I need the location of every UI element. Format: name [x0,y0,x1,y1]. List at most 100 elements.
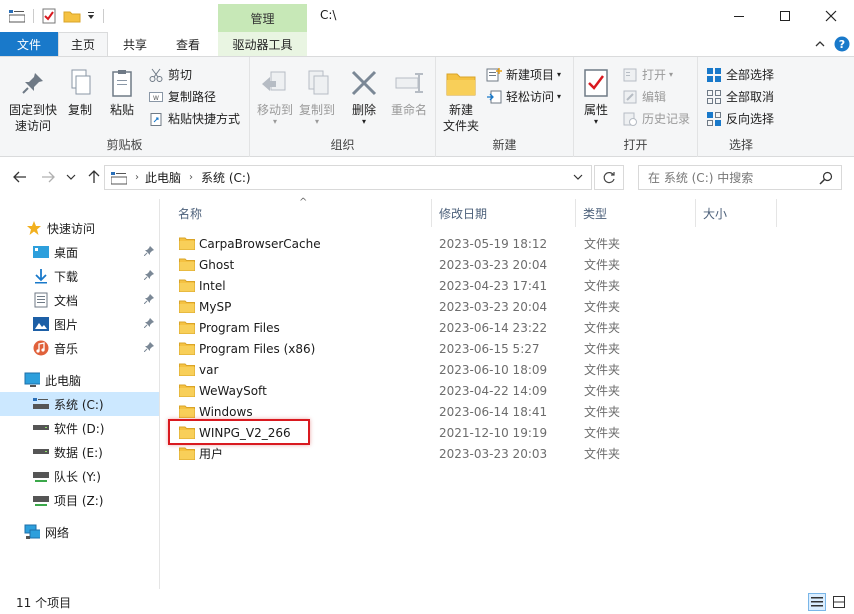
network-drive-icon [33,492,49,508]
pin-icon[interactable] [142,244,156,258]
sidebar-item-quick-access[interactable]: 快速访问 [0,216,159,240]
column-header-name[interactable]: 名称 [170,199,432,227]
open-button[interactable]: 打开 ▾ [622,66,673,83]
table-row[interactable]: Program Files 2023-06-14 23:22 文件夹 [171,317,851,338]
sidebar-item-documents[interactable]: 文档 [0,288,159,312]
file-name: Windows [199,404,253,419]
maximize-button[interactable] [762,0,808,32]
copy-to-button[interactable]: 复制到 ▾ [296,67,338,126]
table-row[interactable]: Intel 2023-04-23 17:41 文件夹 [171,275,851,296]
back-button[interactable] [10,167,30,187]
sidebar-item-drive-c[interactable]: 系统 (C:) [0,392,159,416]
copy-button[interactable]: 复制 [62,67,98,118]
address-dropdown-icon[interactable] [573,173,583,181]
column-header-modified[interactable]: 修改日期 [431,199,576,227]
paste-shortcut-button[interactable]: 粘贴快捷方式 [148,110,240,127]
table-row[interactable]: WINPG_V2_266 2021-12-10 19:19 文件夹 [171,422,851,443]
tab-home[interactable]: 主页 [58,32,108,56]
search-icon[interactable] [819,171,833,185]
file-name-cell: Program Files [179,317,280,338]
new-item-button[interactable]: 新建项目 ▾ [486,66,561,83]
easy-access-button[interactable]: 轻松访问 ▾ [486,88,561,105]
table-row[interactable]: var 2023-06-10 18:09 文件夹 [171,359,851,380]
tab-view[interactable]: 查看 [164,32,212,56]
table-row[interactable]: WeWaySoft 2023-04-22 14:09 文件夹 [171,380,851,401]
close-button[interactable] [808,0,854,32]
column-header-type[interactable]: 类型 [575,199,696,227]
invert-selection-button[interactable]: 反向选择 [706,110,774,127]
paste-button[interactable]: 粘贴 [104,67,140,118]
search-box[interactable]: 在 系统 (C:) 中搜索 [638,165,842,190]
select-all-button[interactable]: 全部选择 [706,66,774,83]
minimize-button[interactable] [716,0,762,32]
sidebar-item-music[interactable]: 音乐 [0,336,159,360]
help-icon[interactable]: ? [834,36,850,52]
sidebar-item-desktop[interactable]: 桌面 [0,240,159,264]
table-row[interactable]: MySP 2023-03-23 20:04 文件夹 [171,296,851,317]
column-header-size[interactable]: 大小 [695,199,777,227]
edit-button[interactable]: 编辑 [622,88,666,105]
pin-icon[interactable] [142,340,156,354]
up-button[interactable] [84,167,104,187]
table-row[interactable]: 用户 2023-03-23 20:03 文件夹 [171,443,851,464]
sidebar-item-drive-y[interactable]: 队长 (Y:) [0,464,159,488]
tab-drive-tools[interactable]: 驱动器工具 [218,32,307,56]
rename-button[interactable]: 重命名 [386,67,432,118]
breadcrumb-separator-icon[interactable]: › [135,172,139,183]
select-none-button[interactable]: 全部取消 [706,88,774,105]
properties-quick-icon[interactable] [40,7,58,25]
delete-button[interactable]: 删除 ▾ [346,67,382,126]
file-date: 2023-06-14 23:22 [439,320,548,335]
select-all-icon [706,67,722,83]
table-row[interactable]: Ghost 2023-03-23 20:04 文件夹 [171,254,851,275]
history-button[interactable]: 历史记录 [622,110,690,127]
forward-button[interactable] [38,167,58,187]
properties-button[interactable]: 属性 ▾ [578,67,614,126]
collapse-ribbon-icon[interactable] [812,36,828,52]
breadcrumb-this-pc[interactable]: 此电脑 [145,169,181,186]
pin-icon [17,67,49,99]
breadcrumb-current[interactable]: 系统 (C:) [201,169,251,186]
organize-group-label: 组织 [330,138,355,152]
new-folder-quick-icon[interactable] [62,7,82,25]
recent-locations-button[interactable] [64,167,78,187]
copy-path-button[interactable]: W 复制路径 [148,88,216,105]
paste-label: 粘贴 [109,103,134,117]
refresh-button[interactable] [594,165,624,190]
sidebar-item-drive-d[interactable]: 软件 (D:) [0,416,159,440]
sidebar-item-this-pc[interactable]: 此电脑 [0,368,159,392]
breadcrumb-separator-icon[interactable]: › [189,172,193,183]
customize-quick-access-icon[interactable] [84,7,98,25]
table-row[interactable]: Windows 2023-06-14 18:41 文件夹 [171,401,851,422]
file-date: 2023-06-10 18:09 [439,362,548,377]
sidebar-item-downloads[interactable]: 下载 [0,264,159,288]
explorer-app-icon[interactable] [8,7,26,25]
forward-arrow-icon [42,171,55,183]
pin-icon[interactable] [142,316,156,330]
pin-icon[interactable] [142,268,156,282]
sidebar-item-drive-e[interactable]: 数据 (E:) [0,440,159,464]
move-to-button[interactable]: 移动到 ▾ [254,67,296,126]
sidebar-item-pictures[interactable]: 图片 [0,312,159,336]
pin-icon[interactable] [142,292,156,306]
navigation-bar: › 此电脑 › 系统 (C:) 在 系统 (C:) 中搜索 [0,157,854,199]
table-row[interactable]: CarpaBrowserCache 2023-05-19 18:12 文件夹 [171,233,851,254]
file-type: 文件夹 [584,447,621,461]
address-bar[interactable]: › 此电脑 › 系统 (C:) [104,165,592,190]
details-view-button[interactable] [808,593,826,611]
sidebar-item-network[interactable]: 网络 [0,520,159,544]
new-folder-button[interactable]: 新建 文件夹 [440,67,482,134]
sidebar-item-label: 网络 [45,525,70,540]
tab-file[interactable]: 文件 [0,32,58,56]
context-tab-manage[interactable]: 管理 [218,4,307,32]
cut-button[interactable]: 剪切 [148,66,192,83]
tab-share[interactable]: 共享 [112,32,158,56]
pin-to-quick-access-button[interactable]: 固定到快 速访问 [6,67,60,134]
file-type: 文件夹 [584,300,621,314]
large-icons-view-button[interactable] [830,593,848,611]
file-name: 用户 [199,447,224,461]
history-icon [622,111,638,127]
table-row[interactable]: Program Files (x86) 2023-06-15 5:27 文件夹 [171,338,851,359]
sidebar-item-drive-z[interactable]: 项目 (Z:) [0,488,159,512]
select-group-label: 选择 [728,138,753,152]
